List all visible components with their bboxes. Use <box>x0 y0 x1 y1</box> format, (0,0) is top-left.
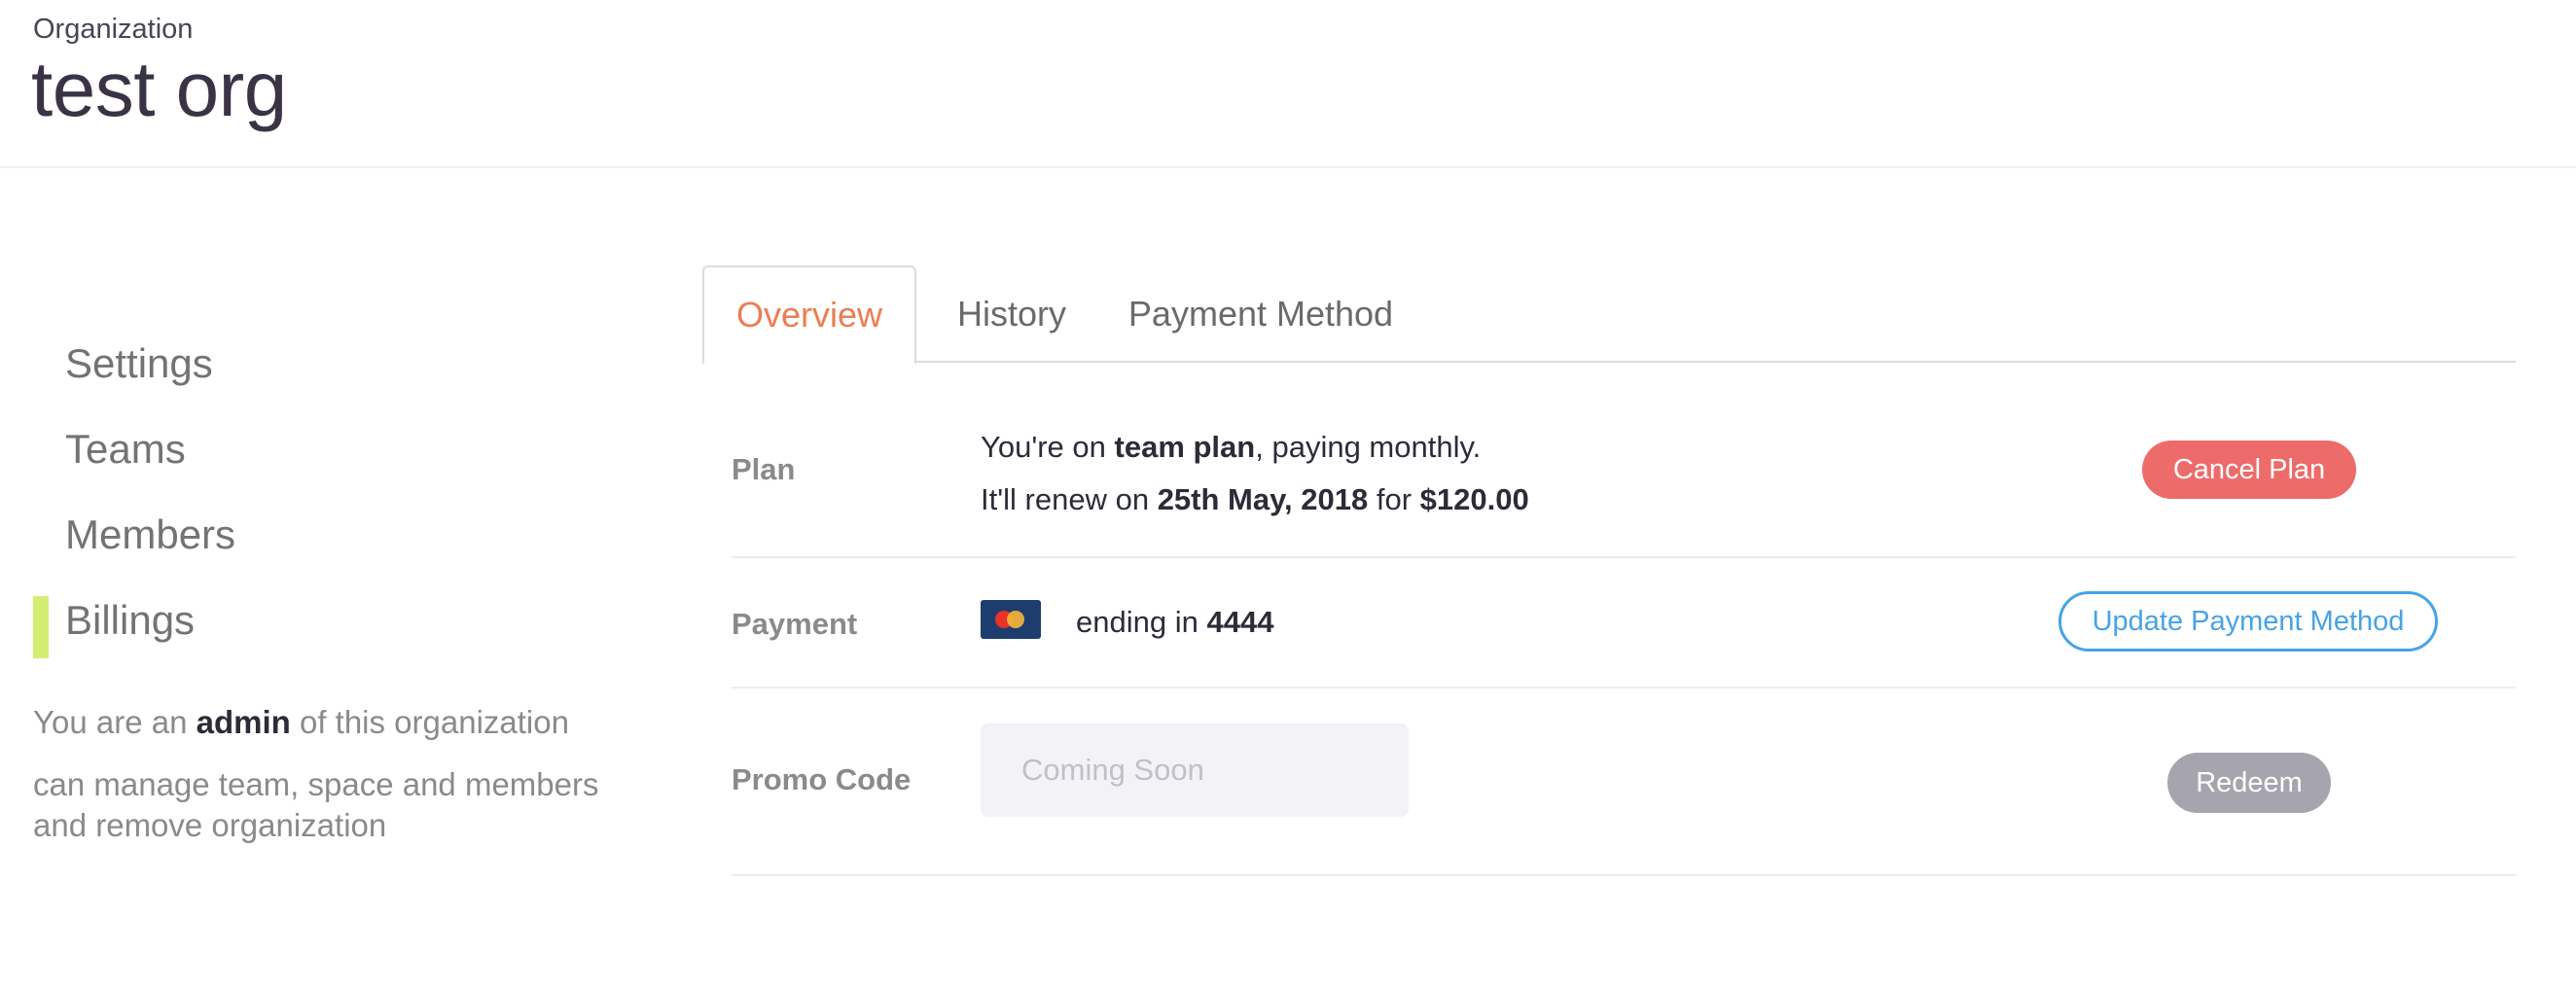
promo-code-input[interactable] <box>981 723 1409 817</box>
sidebar-item-label: Settings <box>65 340 213 386</box>
redeem-button[interactable]: Redeem <box>2167 753 2331 813</box>
tab-label: Overview <box>735 295 883 335</box>
role-description: You are an admin of this organization ca… <box>33 702 636 846</box>
sidebar-item-label: Members <box>65 512 236 557</box>
role-prefix: You are an <box>33 704 188 740</box>
sidebar-item-label: Teams <box>65 426 186 472</box>
plan-name: team plan <box>1114 430 1256 464</box>
plan-label: Plan <box>732 452 796 486</box>
payment-label: Payment <box>732 607 858 641</box>
renew-date: 25th May, 2018 <box>1157 482 1369 516</box>
card-ending: ending in 4444 <box>1076 605 1274 639</box>
promo-row: Promo Code Redeem <box>732 688 2516 876</box>
sidebar-item-members[interactable]: Members <box>33 492 636 578</box>
plan-row: Plan You're on team plan, paying monthly… <box>732 363 2516 558</box>
sidebar-item-label: Billings <box>65 597 196 643</box>
tab-payment-method[interactable]: Payment Method <box>1115 265 1407 363</box>
org-eyebrow: Organization <box>33 14 194 45</box>
billing-tabs: Overview History Payment Method <box>702 265 2516 365</box>
cancel-plan-button[interactable]: Cancel Plan <box>2142 441 2356 499</box>
role-line: You are an admin of this organization <box>33 702 636 743</box>
sidebar-item-settings[interactable]: Settings <box>33 321 636 406</box>
permissions-line: can manage team, space and members <box>33 766 599 802</box>
sidebar-nav: Settings Teams Members Billings <box>33 321 636 663</box>
tab-overview[interactable]: Overview <box>702 265 916 365</box>
plan-summary: You're on team plan, paying monthly. It'… <box>981 421 1529 526</box>
sidebar-item-teams[interactable]: Teams <box>33 406 636 492</box>
page-header: Organization test org <box>0 0 2576 168</box>
role-name: admin <box>196 704 291 740</box>
sidebar-item-billings[interactable]: Billings <box>33 578 636 663</box>
plan-line-1: You're on team plan, paying monthly. <box>981 430 1482 464</box>
promo-label: Promo Code <box>732 762 912 796</box>
page-title: test org <box>31 46 287 132</box>
card-last4: 4444 <box>1206 605 1274 639</box>
mastercard-icon <box>981 600 1041 639</box>
permissions-line: and remove organization <box>33 807 387 843</box>
tab-label: Payment Method <box>1127 294 1394 334</box>
plan-line-2: It'll renew on 25th May, 2018 for $120.0… <box>981 482 1529 516</box>
tab-history[interactable]: History <box>924 265 1099 363</box>
plan-amount: $120.00 <box>1419 482 1529 516</box>
payment-row: Payment ending in 4444 Update Payment Me… <box>732 558 2516 688</box>
update-payment-method-button[interactable]: Update Payment Method <box>2058 591 2438 652</box>
active-indicator <box>33 596 49 658</box>
tab-label: History <box>956 294 1066 334</box>
role-suffix: of this organization <box>299 704 569 740</box>
